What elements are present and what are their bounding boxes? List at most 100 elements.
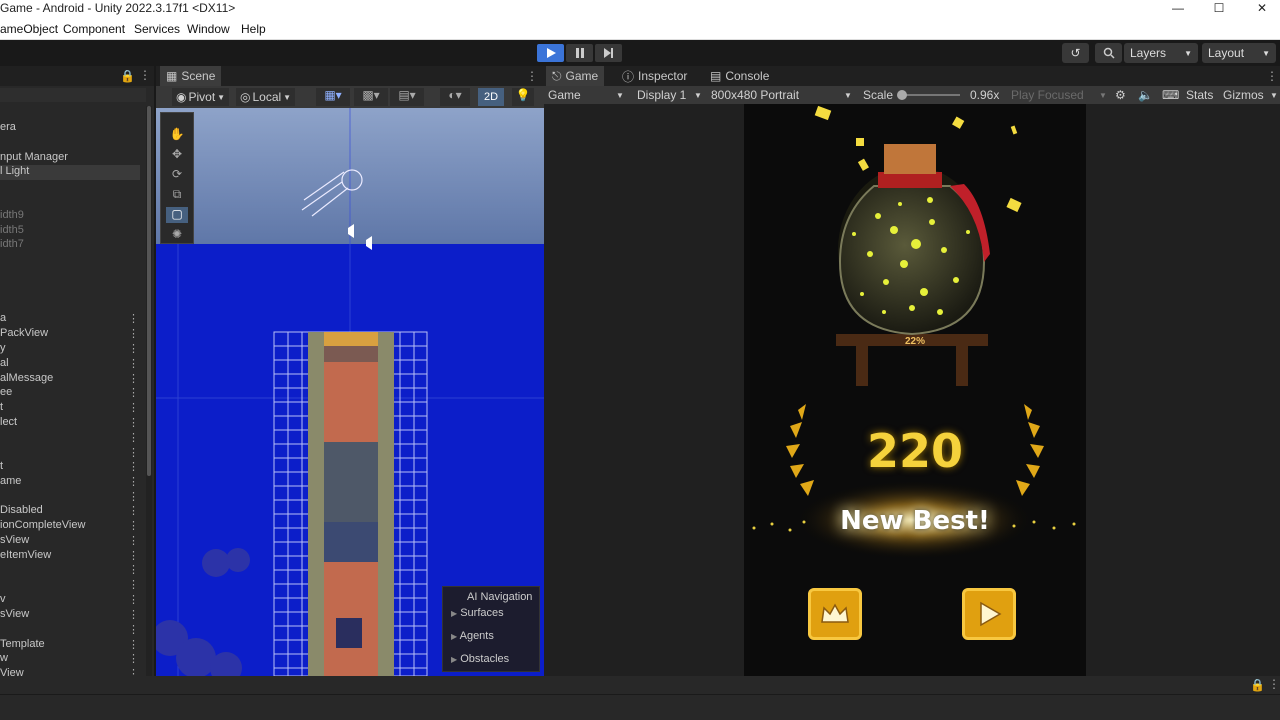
kebab-menu-icon[interactable]: ⋮ <box>128 312 139 325</box>
hierarchy-item[interactable]: y <box>0 342 140 357</box>
kebab-menu-icon[interactable]: ⋮ <box>128 593 139 606</box>
hierarchy-item[interactable]: t <box>0 401 140 416</box>
lock-icon[interactable]: 🔒 <box>120 69 135 83</box>
tab-scene[interactable]: ▦ Scene <box>160 66 222 86</box>
kebab-menu-icon[interactable]: ⋮ <box>128 327 139 340</box>
hierarchy-item[interactable]: idth5 <box>0 224 140 239</box>
menu-help[interactable]: Help <box>241 22 266 36</box>
hierarchy-item[interactable]: eItemView <box>0 549 140 564</box>
history-button[interactable]: ↺ <box>1062 43 1089 63</box>
rotate-tool-icon[interactable]: ⟳ <box>166 167 188 183</box>
hierarchy-item[interactable]: alMessage <box>0 372 140 387</box>
search-button[interactable] <box>1095 43 1122 63</box>
kebab-menu-icon[interactable]: ⋮ <box>128 342 139 355</box>
hand-tool-icon[interactable]: ✋ <box>166 127 188 143</box>
hierarchy-item[interactable]: ionCompleteView <box>0 519 140 534</box>
hierarchy-item[interactable]: Template <box>0 638 140 653</box>
hierarchy-item[interactable]: al <box>0 357 140 372</box>
hierarchy-item[interactable]: nput Manager <box>0 151 140 166</box>
kebab-menu-icon[interactable]: ⋮ <box>128 652 139 665</box>
hierarchy-item[interactable]: v <box>0 593 140 608</box>
mute-icon[interactable]: ⚙ <box>1115 88 1126 102</box>
kebab-menu-icon[interactable]: ⋮ <box>128 416 139 429</box>
display-dropdown[interactable]: Display 1 <box>637 88 686 102</box>
kebab-menu-icon[interactable]: ⋮ <box>1268 677 1280 691</box>
increment-snap-button[interactable]: ▩▾ <box>354 88 388 106</box>
ai-nav-surfaces[interactable]: ▶ Surfaces <box>451 607 504 619</box>
game-screen[interactable]: 22% 220 New Best! <box>744 104 1086 676</box>
kebab-menu-icon[interactable]: ⋮ <box>128 504 139 517</box>
play-button[interactable] <box>537 44 564 62</box>
grid-visibility-button[interactable]: ▤▾ <box>390 88 424 106</box>
move-tool-icon[interactable]: ✥ <box>166 147 188 163</box>
hierarchy-item[interactable]: lect <box>0 416 140 431</box>
scrollbar-thumb[interactable] <box>147 106 151 476</box>
kebab-menu-icon[interactable]: ⋮ <box>128 401 139 414</box>
menu-window[interactable]: Window <box>187 22 230 36</box>
hierarchy-item[interactable] <box>0 578 140 593</box>
maximize-icon[interactable]: ☐ <box>1209 0 1229 16</box>
kebab-menu-icon[interactable]: ⋮ <box>128 623 139 636</box>
step-button[interactable] <box>595 44 622 62</box>
kebab-menu-icon[interactable]: ⋮ <box>128 549 139 562</box>
hierarchy-item[interactable]: t <box>0 460 140 475</box>
hierarchy-item[interactable]: l Light <box>0 165 140 180</box>
kebab-menu-icon[interactable]: ⋮ <box>128 608 139 621</box>
hierarchy-item[interactable]: sView <box>0 608 140 623</box>
lock-icon[interactable]: 🔒 <box>1250 678 1265 692</box>
kebab-menu-icon[interactable]: ⋮ <box>128 446 139 459</box>
hierarchy-item[interactable] <box>0 431 140 446</box>
minimize-icon[interactable]: — <box>1168 0 1188 16</box>
kebab-menu-icon[interactable]: ⋮ <box>139 68 151 82</box>
layout-dropdown[interactable]: Layout ▼ <box>1202 43 1276 63</box>
game-mode-dropdown[interactable]: Game <box>548 88 581 102</box>
kebab-menu-icon[interactable]: ⋮ <box>128 431 139 444</box>
scene-viewport[interactable]: ✋ ✥ ⟳ ⧉ ▢ ✺ AI Navigation ▶ Surfaces ▶ A… <box>156 108 544 676</box>
hierarchy-item[interactable]: Disabled <box>0 504 140 519</box>
ai-nav-obstacles[interactable]: ▶ Obstacles <box>451 653 509 665</box>
grid-snap-button[interactable]: ▦▾ <box>316 88 350 106</box>
kebab-menu-icon[interactable]: ⋮ <box>128 563 139 576</box>
toggle-2d-button[interactable]: 2D <box>478 88 504 106</box>
kebab-menu-icon[interactable]: ⋮ <box>128 519 139 532</box>
hierarchy-item[interactable] <box>0 563 140 578</box>
kebab-menu-icon[interactable]: ⋮ <box>128 386 139 399</box>
keyboard-icon[interactable]: ⌨ <box>1162 88 1179 102</box>
stats-button[interactable]: Stats <box>1186 88 1213 102</box>
hierarchy-item[interactable]: ee <box>0 386 140 401</box>
kebab-menu-icon[interactable]: ⋮ <box>1266 69 1278 83</box>
lighting-button[interactable]: 💡 <box>512 88 534 106</box>
menu-services[interactable]: Services <box>134 22 180 36</box>
kebab-menu-icon[interactable]: ⋮ <box>128 638 139 651</box>
ai-nav-agents[interactable]: ▶ Agents <box>451 630 494 642</box>
hierarchy-item[interactable]: era <box>0 121 140 136</box>
pivot-dropdown[interactable]: ◉ Pivot ▼ <box>172 88 230 106</box>
hierarchy-search[interactable] <box>0 88 146 102</box>
kebab-menu-icon[interactable]: ⋮ <box>128 475 139 488</box>
transform-tool-icon[interactable]: ✺ <box>166 227 188 243</box>
kebab-menu-icon[interactable]: ⋮ <box>526 69 538 83</box>
menu-gameobject[interactable]: ameObject <box>0 22 58 36</box>
kebab-menu-icon[interactable]: ⋮ <box>128 534 139 547</box>
pause-button[interactable] <box>566 44 593 62</box>
next-level-button[interactable] <box>962 588 1016 640</box>
gizmos-button[interactable]: Gizmos <box>1223 88 1264 102</box>
tab-game[interactable]: ⎋ Game <box>546 66 605 86</box>
hierarchy-item[interactable]: sView <box>0 534 140 549</box>
hierarchy-item[interactable]: idth7 <box>0 238 140 253</box>
local-dropdown[interactable]: ◎ Local ▼ <box>236 88 296 106</box>
close-icon[interactable]: ✕ <box>1252 0 1272 16</box>
scale-slider-handle[interactable] <box>897 90 907 100</box>
hierarchy-item[interactable]: PackView <box>0 327 140 342</box>
layers-dropdown[interactable]: Layers ▼ <box>1124 43 1198 63</box>
hierarchy-scrollbar[interactable] <box>146 106 152 676</box>
hierarchy-item[interactable]: idth9 <box>0 209 140 224</box>
leaderboard-button[interactable] <box>808 588 862 640</box>
kebab-menu-icon[interactable]: ⋮ <box>128 490 139 503</box>
tab-inspector[interactable]: ⓘ Inspector <box>616 66 693 86</box>
speaker-icon[interactable]: 🔈 <box>1138 88 1153 102</box>
shading-mode-button[interactable]: ◐▾ <box>440 88 470 106</box>
kebab-menu-icon[interactable]: ⋮ <box>128 460 139 473</box>
hierarchy-item[interactable]: a <box>0 312 140 327</box>
menu-component[interactable]: Component <box>63 22 125 36</box>
